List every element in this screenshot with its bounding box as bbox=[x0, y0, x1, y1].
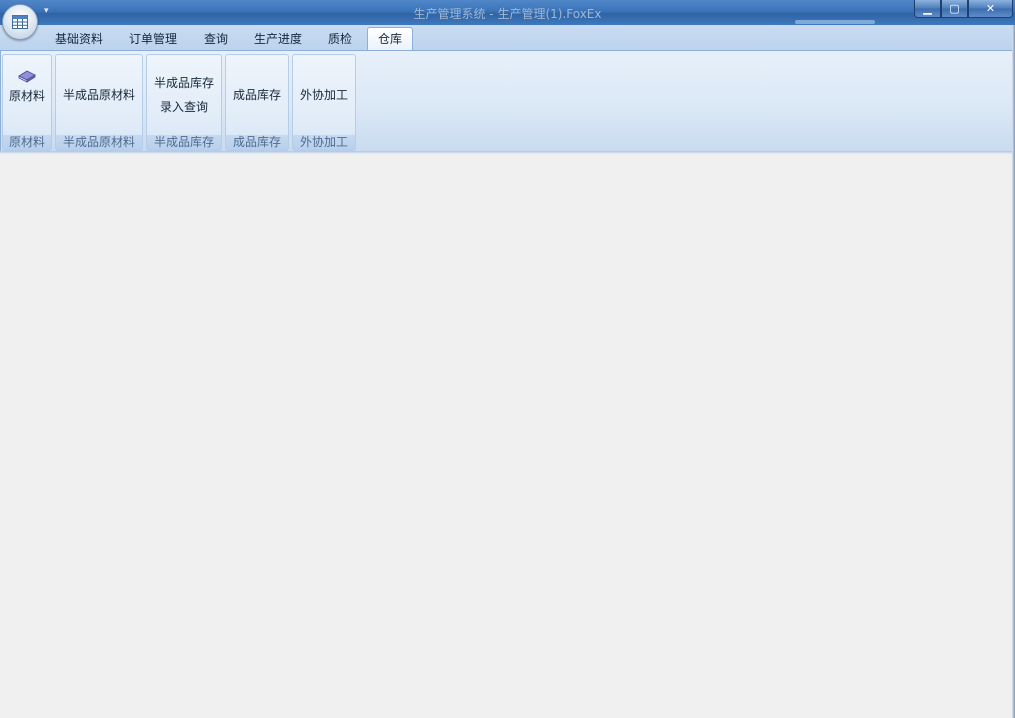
tab-basic-data[interactable]: 基础资料 bbox=[48, 29, 110, 49]
semi-finished-inventory-label-line2: 录入查询 bbox=[159, 100, 208, 114]
tab-order-management[interactable]: 订单管理 bbox=[122, 29, 184, 49]
ribbon-group-semi-finished-inventory: 半成品库存 录入查询 半成品库存 bbox=[146, 54, 222, 151]
minimize-button[interactable]: ▁ bbox=[914, 0, 941, 18]
group-label-raw-materials: 原材料 bbox=[3, 135, 51, 150]
ribbon-group-finished-inventory: 成品库存 成品库存 bbox=[225, 54, 289, 151]
finished-inventory-button-label: 成品库存 bbox=[232, 88, 281, 102]
raw-materials-button[interactable]: 原材料 bbox=[3, 55, 51, 135]
group-label-outsourced-processing: 外协加工 bbox=[293, 135, 355, 150]
main-workspace bbox=[0, 154, 1012, 718]
close-button[interactable]: ✕ bbox=[968, 0, 1013, 18]
minimize-icon: ▁ bbox=[923, 2, 932, 15]
ribbon-group-outsourced-processing: 外协加工 外协加工 bbox=[292, 54, 356, 151]
application-menu-button[interactable] bbox=[2, 4, 38, 40]
tab-quality-inspection[interactable]: 质检 bbox=[321, 29, 359, 49]
close-icon: ✕ bbox=[985, 2, 996, 15]
tab-query[interactable]: 查询 bbox=[197, 29, 235, 49]
raw-materials-button-label: 原材料 bbox=[8, 89, 45, 103]
maximize-icon: ▢ bbox=[949, 2, 960, 15]
semi-finished-inventory-button[interactable]: 半成品库存 录入查询 bbox=[147, 55, 221, 135]
title-bar: ▾ 生产管理系统 - 生产管理(1).FoxEx ▁ ▢ ✕ bbox=[0, 0, 1015, 25]
window-controls: ▁ ▢ ✕ bbox=[914, 0, 1013, 18]
group-label-finished-inventory: 成品库存 bbox=[226, 135, 288, 150]
group-label-semi-finished-materials: 半成品原材料 bbox=[56, 135, 142, 150]
ribbon-group-raw-materials: 原材料 原材料 bbox=[2, 54, 52, 151]
group-label-semi-finished-inventory: 半成品库存 bbox=[147, 135, 221, 150]
tab-production-progress[interactable]: 生产进度 bbox=[247, 29, 309, 49]
ribbon-group-semi-finished-materials: 半成品原材料 半成品原材料 bbox=[55, 54, 143, 151]
ribbon-tab-row: 基础资料 订单管理 查询 生产进度 质检 仓库 bbox=[0, 25, 1015, 51]
semi-finished-materials-button-label: 半成品原材料 bbox=[62, 88, 135, 102]
ribbon-panel: 原材料 原材料 半成品原材料 半成品原材料 半成品库存 录入查询 半成品库存 成… bbox=[0, 50, 1013, 153]
book-icon bbox=[18, 70, 36, 83]
title-glint bbox=[795, 20, 875, 24]
semi-finished-materials-button[interactable]: 半成品原材料 bbox=[56, 55, 142, 135]
outsourced-processing-button[interactable]: 外协加工 bbox=[293, 55, 355, 135]
outsourced-processing-button-label: 外协加工 bbox=[299, 88, 348, 102]
finished-inventory-button[interactable]: 成品库存 bbox=[226, 55, 288, 135]
semi-finished-inventory-label-line1: 半成品库存 bbox=[153, 76, 214, 90]
tab-warehouse[interactable]: 仓库 bbox=[367, 27, 413, 51]
table-grid-icon bbox=[12, 15, 28, 29]
maximize-button[interactable]: ▢ bbox=[941, 0, 968, 18]
